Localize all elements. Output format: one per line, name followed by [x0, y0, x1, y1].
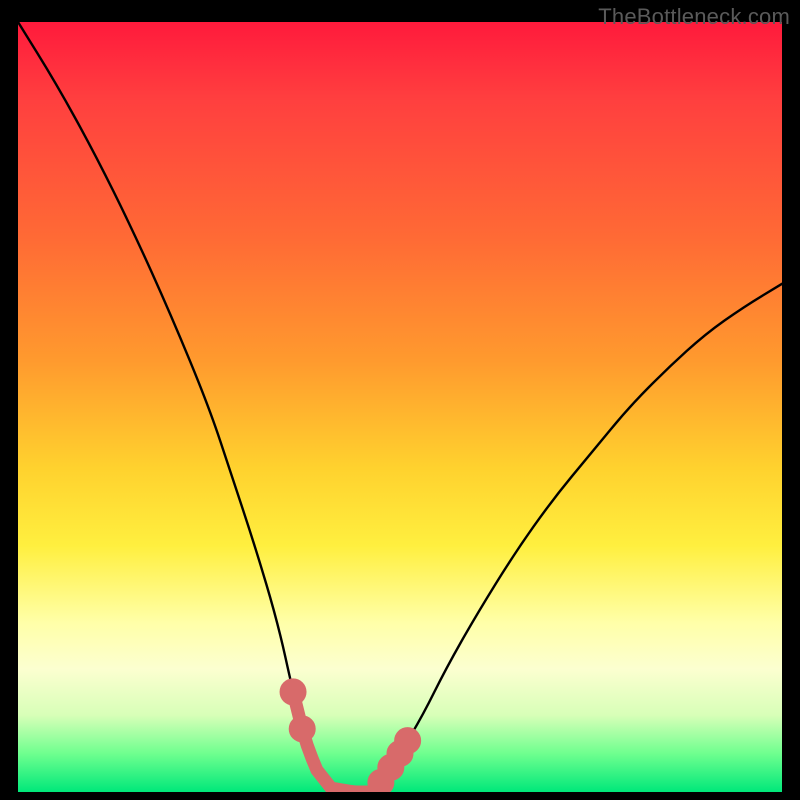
- watermark-text: TheBottleneck.com: [598, 4, 790, 30]
- heat-gradient-background: [18, 22, 782, 792]
- chart-stage: TheBottleneck.com: [0, 0, 800, 800]
- plot-area: [18, 22, 782, 792]
